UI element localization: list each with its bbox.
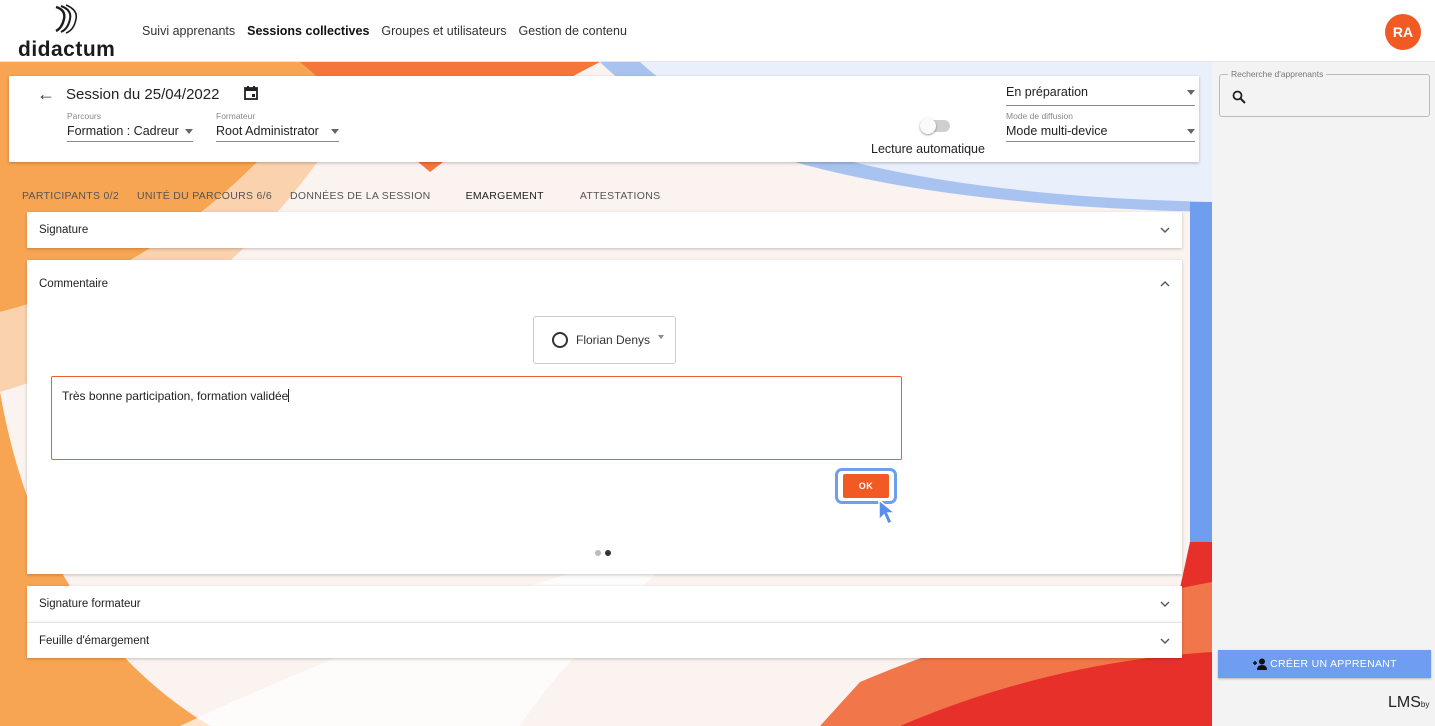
learner-sidebar: Recherche d'apprenants CRÉER UN APPRENAN… (1212, 62, 1435, 726)
chevron-up-icon (1160, 281, 1170, 287)
chevron-down-icon (1160, 638, 1170, 644)
text-caret (288, 389, 290, 402)
nav-item-sessions-collectives[interactable]: Sessions collectives (247, 24, 369, 38)
user-avatar[interactable]: RA (1385, 14, 1421, 50)
lecture-automatique-toggle[interactable] (920, 118, 950, 134)
mode-diffusion-select[interactable]: Mode de diffusion Mode multi-device (1006, 111, 1195, 142)
chevron-down-icon (1160, 227, 1170, 233)
mode-diffusion-value: Mode multi-device (1006, 124, 1108, 138)
signature-panel[interactable]: Signature (27, 212, 1182, 248)
didactum-logo[interactable]: didactum (18, 4, 128, 61)
lms-logo-by: by (1420, 700, 1430, 709)
tab-donnees-session[interactable]: DONNÉES DE LA SESSION (281, 186, 440, 214)
status-value: En préparation (1006, 85, 1089, 99)
formateur-select[interactable]: Formateur Root Administrator (216, 111, 339, 142)
mode-diffusion-label: Mode de diffusion (1006, 111, 1073, 121)
main-nav: Suivi apprenants Sessions collectives Gr… (142, 24, 627, 38)
comment-textarea[interactable]: Très bonne participation, formation vali… (51, 376, 902, 460)
create-learner-button[interactable]: CRÉER UN APPRENANT (1218, 650, 1431, 678)
chevron-down-icon (331, 128, 339, 134)
participant-select[interactable]: Florian Denys (533, 316, 676, 364)
tab-unite-parcours[interactable]: UNITÉ DU PARCOURS 6/6 (128, 186, 281, 214)
tab-participants[interactable]: PARTICIPANTS 0/2 (9, 186, 128, 214)
participant-name: Florian Denys (576, 333, 651, 347)
status-select[interactable]: En préparation (1006, 85, 1195, 106)
radio-empty-icon (552, 332, 568, 348)
nav-item-gestion-contenu[interactable]: Gestion de contenu (518, 24, 626, 38)
carousel-pager (595, 550, 611, 556)
nav-item-suivi-apprenants[interactable]: Suivi apprenants (142, 24, 235, 38)
tab-emargement[interactable]: EMARGEMENT (443, 186, 567, 214)
lecture-automatique-label: Lecture automatique (871, 142, 985, 156)
formateur-value: Root Administrator (216, 124, 319, 138)
lms-logo: LMSby (1388, 694, 1429, 712)
back-arrow-icon[interactable]: ← (37, 84, 55, 105)
add-person-icon (1253, 658, 1268, 670)
search-icon (1232, 90, 1246, 104)
chevron-down-icon (1160, 601, 1170, 607)
learner-search-label: Recherche d'apprenants (1228, 69, 1327, 79)
main-content: ← Session du 25/04/2022 Parcours Formati… (0, 62, 1212, 726)
brand-name: didactum (18, 38, 116, 61)
feuille-emargement-panel[interactable]: Feuille d'émargement (27, 622, 1182, 658)
mouse-pointer-icon (878, 498, 898, 526)
ok-button[interactable]: OK (843, 474, 889, 498)
session-header-card: ← Session du 25/04/2022 Parcours Formati… (9, 76, 1199, 162)
tab-attestations[interactable]: ATTESTATIONS (566, 186, 670, 214)
nav-item-groupes-utilisateurs[interactable]: Groupes et utilisateurs (381, 24, 506, 38)
create-learner-label: CRÉER UN APPRENANT (1270, 658, 1397, 670)
chevron-down-icon (1187, 89, 1195, 95)
formateur-label: Formateur (216, 111, 256, 121)
pager-dot-active[interactable] (605, 550, 611, 556)
feuille-emargement-title: Feuille d'émargement (39, 635, 150, 647)
parcours-select[interactable]: Parcours Formation : Cadreur (67, 111, 193, 142)
learner-search-input[interactable]: Recherche d'apprenants (1219, 69, 1430, 117)
pager-dot[interactable] (595, 550, 601, 556)
calendar-icon[interactable] (243, 85, 259, 101)
logo-sound-wave-icon (55, 4, 78, 34)
lms-logo-text: LMS (1388, 694, 1421, 711)
parcours-value: Formation : Cadreur (67, 124, 179, 138)
signature-formateur-title: Signature formateur (39, 598, 141, 610)
session-tabs: PARTICIPANTS 0/2 UNITÉ DU PARCOURS 6/6 D… (9, 186, 1199, 214)
chevron-down-icon (658, 335, 665, 339)
commentaire-panel-header[interactable]: Commentaire (27, 260, 1182, 308)
top-bar: didactum Suivi apprenants Sessions colle… (0, 0, 1435, 62)
parcours-label: Parcours (67, 111, 102, 121)
chevron-down-icon (1187, 128, 1195, 134)
signature-panel-title: Signature (39, 224, 89, 236)
comment-text: Très bonne participation, formation vali… (62, 389, 289, 403)
session-title: Session du 25/04/2022 (66, 86, 220, 103)
commentaire-panel: Commentaire Florian Denys Très bonne par… (27, 260, 1182, 574)
commentaire-panel-title: Commentaire (39, 278, 109, 290)
chevron-down-icon (185, 128, 193, 134)
signature-formateur-panel[interactable]: Signature formateur (27, 586, 1182, 622)
